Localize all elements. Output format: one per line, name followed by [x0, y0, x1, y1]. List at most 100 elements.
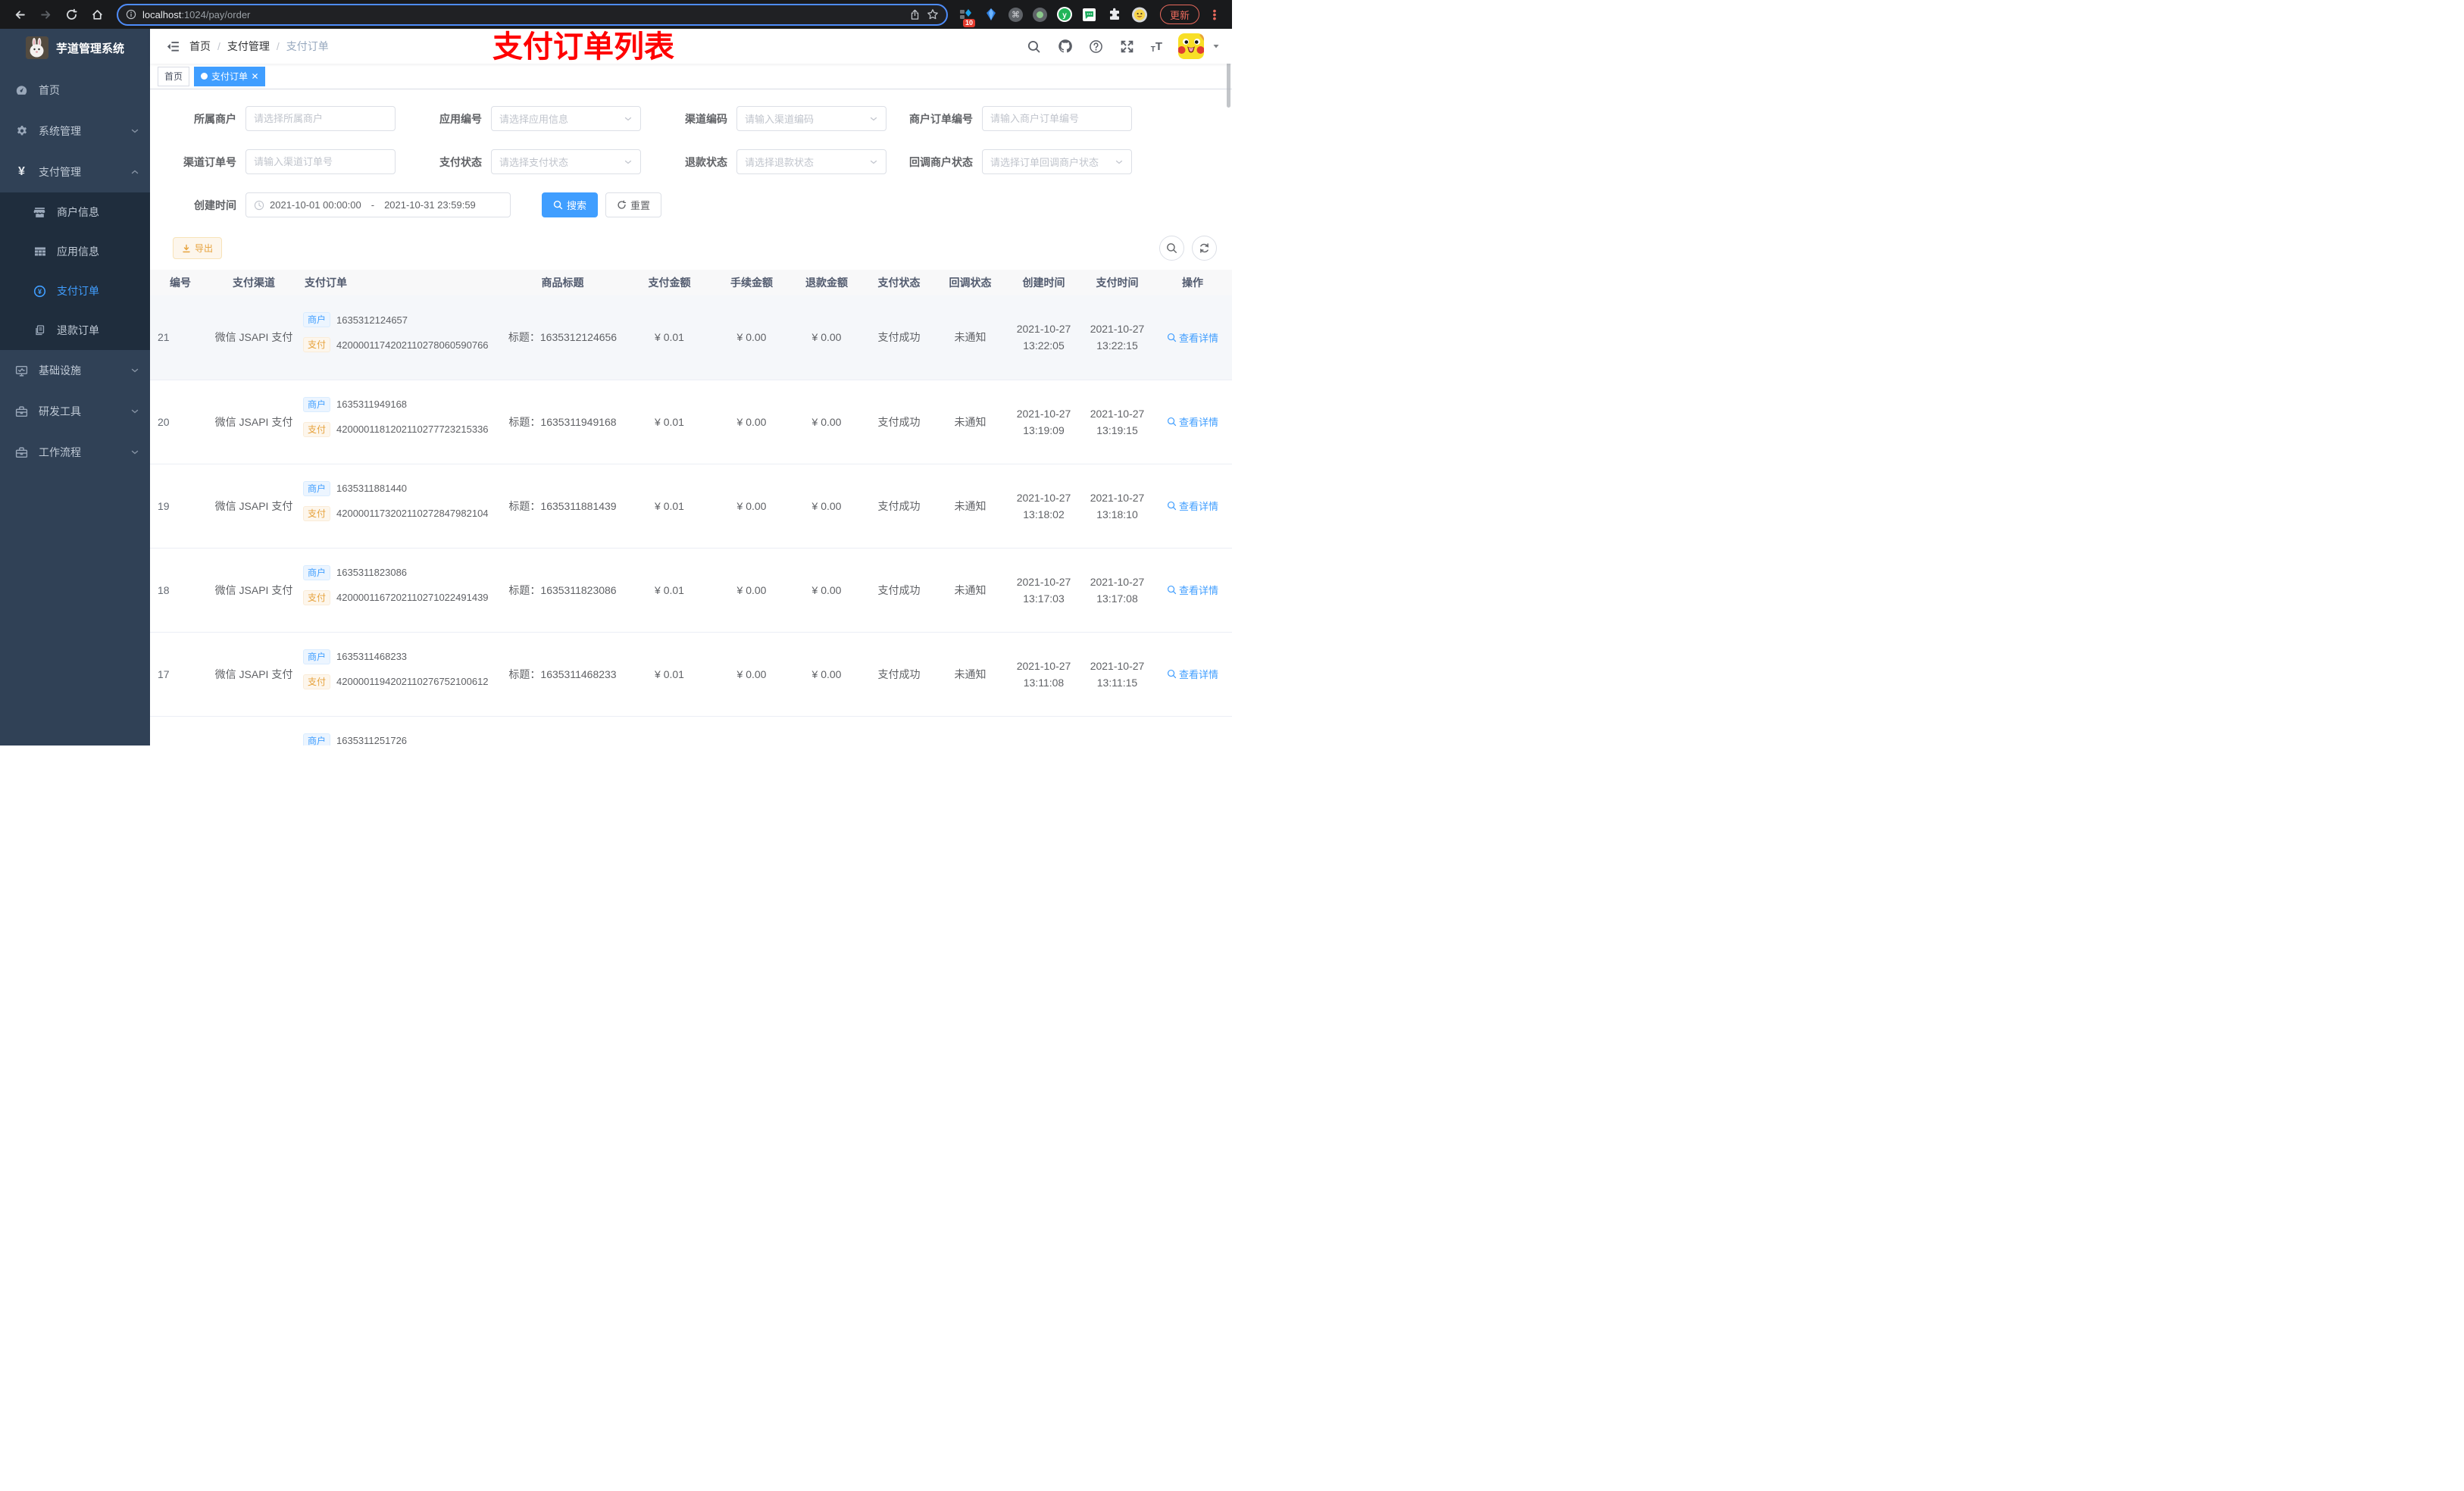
site-info-icon[interactable] [126, 9, 136, 20]
sidebar-item-refund-order[interactable]: 退款订单 [0, 311, 150, 350]
export-button[interactable]: 导出 [173, 237, 223, 259]
breadcrumb-section[interactable]: 支付管理 [227, 39, 270, 54]
extension-gem-icon[interactable] [983, 7, 999, 22]
cell-channel: 微信 JSAPI 支付 [211, 380, 297, 464]
cell-fee: ¥ 0.00 [714, 464, 790, 549]
browser-update-button[interactable]: 更新 [1159, 5, 1199, 24]
channel-code-select[interactable]: 请输入渠道编码 [736, 106, 886, 131]
extensions-puzzle-icon[interactable] [1107, 7, 1122, 22]
cell-notify-status: 未通知 [934, 380, 1006, 464]
view-detail-link[interactable]: 查看详情 [1167, 330, 1218, 345]
search-button[interactable]: 搜索 [542, 192, 599, 217]
cell-refund: ¥ 0.00 [790, 380, 864, 464]
view-detail-link[interactable]: 查看详情 [1167, 499, 1218, 513]
app-select[interactable]: 请选择应用信息 [491, 106, 641, 131]
help-icon[interactable] [1089, 39, 1104, 54]
tab-close-icon[interactable] [252, 73, 258, 80]
extension-green-dot-icon[interactable] [1032, 7, 1047, 22]
merchant-badge: 商户 [303, 480, 331, 496]
browser-forward-icon[interactable] [35, 4, 56, 25]
merchant-input[interactable] [254, 113, 387, 124]
table-body: 21 微信 JSAPI 支付 商户 1635312124657 支付 42000… [150, 295, 1232, 746]
cell-action: 查看详情 [1153, 632, 1232, 717]
chevron-down-icon [624, 158, 633, 167]
share-icon[interactable] [909, 9, 921, 20]
chevron-down-icon [869, 158, 878, 167]
view-detail-link[interactable]: 查看详情 [1167, 667, 1218, 681]
pay-order-line: 支付 4200001173202110272847982104 [303, 505, 489, 521]
extension-command-icon[interactable]: ⌘ [1008, 7, 1023, 22]
reset-button[interactable]: 重置 [605, 192, 662, 217]
date-range-picker[interactable]: 2021-10-01 00:00:00 - 2021-10-31 23:59:5… [245, 192, 511, 217]
notify-status-select[interactable]: 请选择订单回调商户状态 [982, 149, 1132, 174]
table-row: 商户 1635311251726 支付 查看详情 [150, 716, 1232, 746]
sidebar-item-home[interactable]: 首页 [0, 70, 150, 111]
sidebar-collapse-icon[interactable] [159, 33, 186, 60]
cell-fee: ¥ 0.00 [714, 632, 790, 717]
fullscreen-icon[interactable] [1120, 39, 1135, 54]
merchant-order-line: 商户 1635311881440 [303, 480, 407, 496]
sidebar-item-app-info[interactable]: 应用信息 [0, 232, 150, 271]
tag-pay-order[interactable]: 支付订单 [194, 66, 266, 86]
sidebar-item-dev-tools[interactable]: 研发工具 [0, 391, 150, 432]
extension-chat-icon[interactable] [1082, 7, 1097, 22]
breadcrumb-home[interactable]: 首页 [189, 39, 211, 54]
bookmark-star-icon[interactable] [927, 8, 939, 20]
cell-notify-status [934, 716, 1006, 746]
sidebar-item-infra[interactable]: 基础设施 [0, 350, 150, 391]
sidebar-item-merchant-info[interactable]: 商户信息 [0, 192, 150, 232]
app-logo-row[interactable]: 芋道管理系统 [0, 29, 150, 67]
extension-y-icon[interactable]: y [1056, 7, 1072, 22]
cell-action: 查看详情 [1153, 380, 1232, 464]
extensions-area: 10 ⌘ y 更新 • • • [958, 5, 1218, 27]
font-size-icon[interactable]: TT [1151, 39, 1162, 55]
github-icon[interactable] [1058, 39, 1073, 54]
sidebar-item-pay[interactable]: ¥ 支付管理 [0, 152, 150, 192]
refresh-icon[interactable] [1192, 236, 1217, 261]
yen-circle-icon: ¥ [33, 285, 46, 298]
tag-home[interactable]: 首页 [158, 66, 190, 86]
table-row: 21 微信 JSAPI 支付 商户 1635312124657 支付 42000… [150, 295, 1232, 380]
cell-title [500, 716, 625, 746]
sidebar-item-workflow[interactable]: 工作流程 [0, 432, 150, 473]
browser-back-icon[interactable] [9, 4, 30, 25]
top-navbar: 首页 / 支付管理 / 支付订单 支付订单列表 T T [150, 29, 1232, 64]
extension-tab-manager-icon[interactable]: 10 [958, 7, 975, 27]
filter-merchant-order-no: 商户订单编号 [909, 106, 1132, 131]
merchant-order-no-input[interactable] [990, 113, 1124, 124]
filter-refund-status: 退款状态 请选择退款状态 [664, 149, 886, 174]
page-content: 所属商户 应用编号 请选择应用信息 渠道编码 请输入渠道编码 [150, 89, 1232, 746]
browser-toolbar: localhost:1024/pay/order 10 ⌘ y 更新 • • • [0, 0, 1232, 29]
sidebar-item-pay-order[interactable]: ¥ 支付订单 [0, 271, 150, 311]
sidebar-item-system[interactable]: 系统管理 [0, 111, 150, 152]
screen: localhost:1024/pay/order 10 ⌘ y 更新 • • •… [0, 0, 1232, 746]
monitor-icon [15, 364, 28, 377]
tag-active-dot [201, 73, 208, 80]
view-detail-link[interactable]: 查看详情 [1167, 583, 1218, 597]
browser-reload-icon[interactable] [61, 4, 82, 25]
channel-order-no-input[interactable] [254, 156, 387, 167]
user-avatar[interactable] [1178, 33, 1204, 59]
pay-badge: 支付 [303, 674, 331, 689]
url-bar[interactable]: localhost:1024/pay/order [117, 3, 948, 26]
cell-pay-status [864, 716, 934, 746]
cell-refund: ¥ 0.00 [790, 464, 864, 549]
profile-emoji-icon[interactable] [1131, 7, 1147, 22]
sidebar: 芋道管理系统 首页 系统管理 ¥ 支付管理 商户信息 应用信息 ¥ 支付订单 退… [0, 29, 150, 746]
search-icon[interactable] [1027, 39, 1042, 54]
cell-refund: ¥ 0.00 [790, 632, 864, 717]
toggle-search-icon[interactable] [1159, 236, 1184, 261]
col-action: 操作 [1153, 270, 1232, 295]
date-range-start: 2021-10-01 00:00:00 [270, 199, 361, 211]
pay-status-select[interactable]: 请选择支付状态 [491, 149, 641, 174]
cell-pay-time: 2021-10-27 13:18:10 [1081, 464, 1153, 549]
browser-home-icon[interactable] [86, 4, 108, 25]
browser-menu-icon[interactable]: • • • [1211, 5, 1218, 23]
cell-pay-time: 2021-10-27 13:11:15 [1081, 632, 1153, 717]
refund-status-select[interactable]: 请选择退款状态 [736, 149, 886, 174]
pay-order-line: 支付 4200001174202110278060590766 [303, 337, 489, 352]
view-detail-link[interactable]: 查看详情 [1167, 414, 1218, 429]
cell-notify-status: 未通知 [934, 548, 1006, 633]
cell-pay-order: 商户 1635312124657 支付 42000011742021102780… [297, 295, 500, 380]
avatar-caret-icon[interactable] [1212, 42, 1220, 50]
